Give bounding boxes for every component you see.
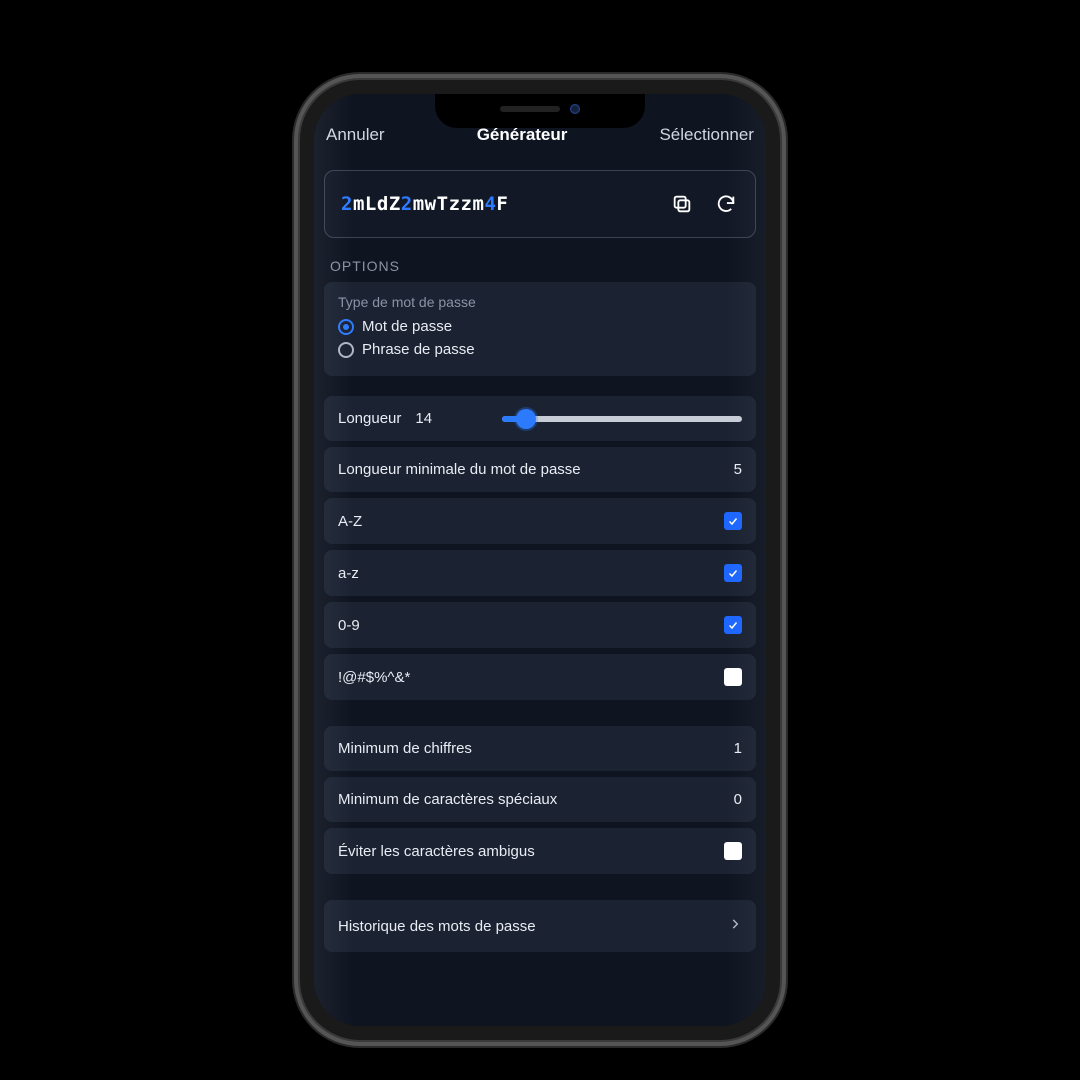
lowercase-checkbox[interactable] [724,564,742,582]
history-label: Historique des mots de passe [338,918,536,935]
min-special-row[interactable]: Minimum de caractères spéciaux 0 [324,777,756,822]
min-digits-value: 1 [734,740,742,757]
chevron-right-icon [728,914,742,938]
special-checkbox[interactable] [724,668,742,686]
radio-passphrase-label: Phrase de passe [362,341,475,358]
avoid-ambiguous-row[interactable]: Éviter les caractères ambigus [324,828,756,874]
phone-frame: Annuler Générateur Sélectionner 2mLdZ2mw… [300,80,780,1040]
password-actions [669,191,739,217]
stage: Annuler Générateur Sélectionner 2mLdZ2mw… [0,0,1080,1080]
phone-mute-switch [292,230,298,266]
camera-icon [570,104,580,114]
radio-passphrase[interactable]: Phrase de passe [338,341,742,358]
min-length-label: Longueur minimale du mot de passe [338,461,581,478]
special-label: !@#$%^&* [338,669,410,686]
min-length-value: 5 [734,461,742,478]
speaker-icon [500,106,560,112]
length-row: Longueur 14 [324,396,756,441]
options-section-label: OPTIONS [330,258,750,274]
lowercase-label: a-z [338,565,359,582]
uppercase-checkbox[interactable] [724,512,742,530]
length-value: 14 [415,410,432,427]
min-digits-label: Minimum de chiffres [338,740,472,757]
select-button[interactable]: Sélectionner [659,125,754,145]
phone-volume-down [292,370,298,435]
min-digits-row[interactable]: Minimum de chiffres 1 [324,726,756,771]
length-label: Longueur [338,410,401,427]
generated-password-text: 2mLdZ2mwTzzm4F [341,193,508,215]
app-screen: Annuler Générateur Sélectionner 2mLdZ2mw… [314,94,766,1026]
uppercase-label: A-Z [338,513,362,530]
uppercase-row[interactable]: A-Z [324,498,756,544]
avoid-ambiguous-checkbox[interactable] [724,842,742,860]
radio-icon [338,319,354,335]
radio-password-label: Mot de passe [362,318,452,335]
cancel-button[interactable]: Annuler [326,125,385,145]
phone-notch [435,94,645,128]
phone-power-button [782,300,788,390]
radio-icon [338,342,354,358]
slider-thumb-icon[interactable] [516,409,536,429]
phone-volume-up [292,290,298,355]
length-slider[interactable] [502,416,742,422]
content-area: 2mLdZ2mwTzzm4F OPTIONS Type de mot de pa… [314,160,766,1026]
min-special-label: Minimum de caractères spéciaux [338,791,557,808]
lowercase-row[interactable]: a-z [324,550,756,596]
password-type-title: Type de mot de passe [338,294,742,310]
copy-icon[interactable] [669,191,695,217]
min-length-row[interactable]: Longueur minimale du mot de passe 5 [324,447,756,492]
digits-checkbox[interactable] [724,616,742,634]
refresh-icon[interactable] [713,191,739,217]
digits-row[interactable]: 0-9 [324,602,756,648]
special-row[interactable]: !@#$%^&* [324,654,756,700]
min-special-value: 0 [734,791,742,808]
generated-password-box: 2mLdZ2mwTzzm4F [324,170,756,238]
history-row[interactable]: Historique des mots de passe [324,900,756,952]
password-type-group: Type de mot de passe Mot de passe Phrase… [324,282,756,376]
digits-label: 0-9 [338,617,360,634]
radio-password[interactable]: Mot de passe [338,318,742,335]
page-title: Générateur [477,125,568,145]
avoid-ambiguous-label: Éviter les caractères ambigus [338,843,535,860]
